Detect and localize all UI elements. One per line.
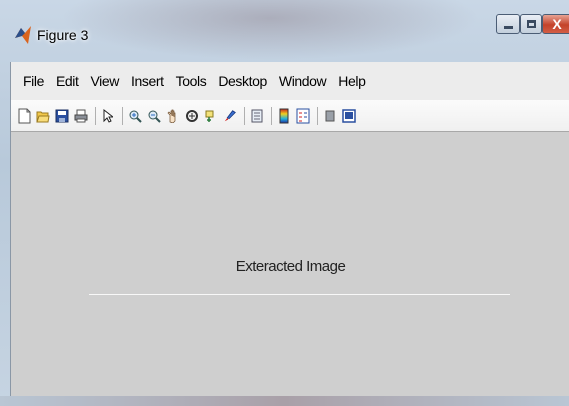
- hide-plot-tools-icon[interactable]: [323, 108, 337, 124]
- figure-toolbar: [11, 100, 569, 132]
- minimize-button[interactable]: [496, 14, 520, 34]
- toolbar-separator: [244, 106, 245, 125]
- new-figure-icon[interactable]: [17, 108, 31, 124]
- colorbar-icon[interactable]: [277, 108, 291, 124]
- show-plot-tools-icon[interactable]: [342, 108, 356, 124]
- toolbar-separator: [95, 106, 96, 125]
- matlab-icon: [15, 26, 31, 44]
- toolbar-separator: [317, 106, 318, 125]
- close-button[interactable]: X: [542, 14, 569, 34]
- print-icon[interactable]: [74, 108, 88, 124]
- open-file-icon[interactable]: [36, 108, 50, 124]
- toolbar-separator: [271, 106, 272, 125]
- menu-file[interactable]: File: [11, 73, 50, 89]
- maximize-icon: [526, 20, 536, 28]
- link-plot-icon[interactable]: [250, 108, 264, 124]
- axes-line: [89, 294, 510, 295]
- zoom-in-icon[interactable]: [128, 108, 142, 124]
- menu-insert[interactable]: Insert: [125, 73, 170, 89]
- menu-tools[interactable]: Tools: [170, 73, 213, 89]
- window-title: Figure 3: [37, 27, 89, 43]
- menu-desktop[interactable]: Desktop: [212, 73, 273, 89]
- window-bottom-edge: [0, 396, 569, 406]
- menu-window[interactable]: Window: [273, 73, 332, 89]
- menu-help[interactable]: Help: [332, 73, 371, 89]
- figure-client-area: File Edit View Insert Tools Desktop Wind…: [10, 62, 569, 396]
- close-icon: X: [552, 16, 562, 32]
- data-cursor-icon[interactable]: [204, 108, 218, 124]
- rotate-3d-icon[interactable]: [185, 108, 199, 124]
- toolbar-separator: [122, 106, 123, 125]
- window-frame: Figure 3 X File Edit View Insert Tools D…: [0, 0, 569, 406]
- zoom-out-icon[interactable]: [147, 108, 161, 124]
- minimize-icon: [503, 25, 513, 29]
- title-bar[interactable]: Figure 3 X: [0, 0, 569, 62]
- pointer-icon[interactable]: [101, 108, 115, 124]
- axes-title: Exteracted Image: [235, 258, 346, 275]
- maximize-button[interactable]: [520, 14, 542, 34]
- menu-bar: File Edit View Insert Tools Desktop Wind…: [11, 62, 569, 100]
- menu-edit[interactable]: Edit: [50, 73, 85, 89]
- legend-icon[interactable]: [296, 108, 310, 124]
- brush-icon[interactable]: [223, 108, 237, 124]
- menu-view[interactable]: View: [85, 73, 126, 89]
- pan-icon[interactable]: [166, 108, 180, 124]
- save-icon[interactable]: [55, 108, 69, 124]
